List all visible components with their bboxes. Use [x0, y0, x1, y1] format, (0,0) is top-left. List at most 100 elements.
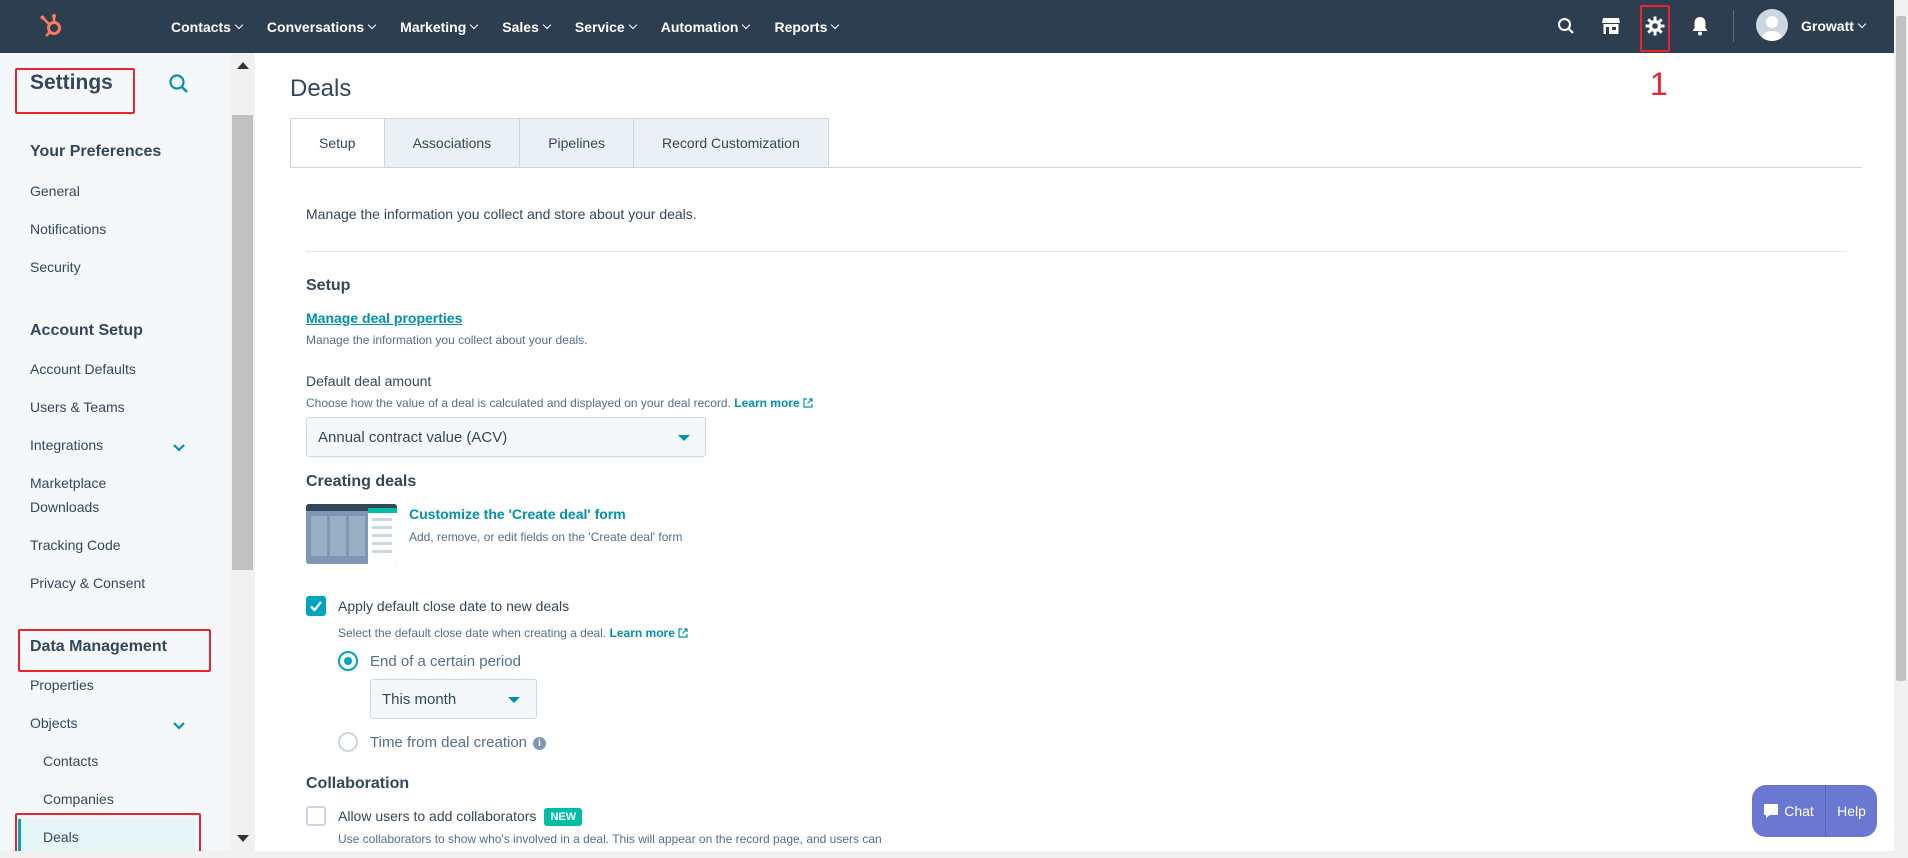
- horizontal-scrollbar[interactable]: [0, 851, 1894, 858]
- scroll-up-arrow-icon[interactable]: [237, 62, 249, 69]
- close-date-help-text: Select the default close date when creat…: [338, 626, 688, 640]
- sidebar-scrollbar-thumb[interactable]: [232, 115, 253, 570]
- manage-deal-properties-link[interactable]: Manage deal properties: [306, 310, 462, 326]
- search-icon[interactable]: [1553, 13, 1579, 39]
- learn-more-link[interactable]: Learn more: [610, 626, 675, 640]
- nav-marketing[interactable]: Marketing: [400, 18, 479, 35]
- marketplace-icon[interactable]: [1598, 13, 1624, 39]
- nav-reports[interactable]: Reports: [774, 18, 840, 35]
- nav-automation[interactable]: Automation: [660, 18, 751, 35]
- hubspot-logo-icon[interactable]: [38, 12, 66, 40]
- allow-collaborators-label: Allow users to add collaborators: [338, 808, 537, 824]
- time-from-creation-label: Time from deal creation: [370, 734, 528, 751]
- sidebar-item-marketplace-downloads[interactable]: Marketplace Downloads: [30, 471, 150, 519]
- chevron-down-icon[interactable]: [172, 440, 186, 452]
- section-heading-your-preferences: Your Preferences: [30, 143, 162, 160]
- settings-sidebar: Settings Your Preferences General Notifi…: [0, 53, 231, 858]
- tab-bar: Setup Associations Pipelines Record Cust…: [290, 118, 829, 168]
- nav-conversations[interactable]: Conversations: [266, 18, 377, 35]
- nav-service-label: Service: [574, 18, 625, 35]
- period-select[interactable]: This month: [370, 679, 537, 719]
- time-from-creation-wrapper: Time from deal creation i: [370, 734, 547, 751]
- chevron-down-icon: [367, 20, 377, 29]
- setup-heading: Setup: [306, 277, 351, 294]
- sidebar-item-general[interactable]: General: [30, 179, 80, 203]
- nav-marketing-label: Marketing: [400, 18, 467, 35]
- sidebar-item-integrations[interactable]: Integrations: [30, 433, 103, 457]
- chevron-down-icon[interactable]: [172, 718, 186, 730]
- customize-create-deal-link[interactable]: Customize the 'Create deal' form: [409, 506, 626, 522]
- create-deal-form-thumbnail[interactable]: [306, 504, 397, 564]
- nav-automation-label: Automation: [660, 18, 739, 35]
- chat-button[interactable]: Chat: [1752, 785, 1825, 837]
- info-icon[interactable]: i: [533, 737, 547, 750]
- sidebar-item-properties[interactable]: Properties: [30, 673, 94, 697]
- caret-down-icon: [508, 697, 520, 703]
- page-scrollbar-thumb[interactable]: [1896, 16, 1906, 681]
- new-badge: NEW: [544, 808, 583, 826]
- tab-associations[interactable]: Associations: [384, 118, 521, 168]
- nav-contacts[interactable]: Contacts: [171, 18, 244, 35]
- amount-help: Choose how the value of a deal is calcul…: [306, 396, 731, 410]
- scroll-down-arrow-icon[interactable]: [237, 835, 249, 842]
- chevron-down-icon: [470, 20, 479, 29]
- top-navigation-bar: Contacts Conversations Marketing Sales S…: [0, 0, 1908, 53]
- nav-contacts-label: Contacts: [171, 18, 231, 35]
- highlight-box: [18, 629, 211, 672]
- bell-icon[interactable]: [1687, 13, 1713, 39]
- divider: [306, 251, 1847, 252]
- sidebar-item-security[interactable]: Security: [30, 255, 81, 279]
- sidebar-item-users-teams[interactable]: Users & Teams: [30, 395, 125, 419]
- chevron-down-icon: [831, 20, 840, 29]
- sidebar-item-objects[interactable]: Objects: [30, 711, 77, 735]
- chat-bubble-icon: [1763, 803, 1779, 819]
- apply-close-date-checkbox[interactable]: [306, 596, 326, 616]
- allow-collaborators-checkbox[interactable]: [306, 806, 326, 826]
- avatar[interactable]: [1756, 9, 1788, 41]
- close-date-help: Select the default close date when creat…: [338, 626, 607, 640]
- main-nav: Contacts Conversations Marketing Sales S…: [171, 0, 863, 53]
- intro-text: Manage the information you collect and s…: [306, 206, 697, 222]
- end-of-period-radio[interactable]: [338, 651, 358, 671]
- chat-help-widget: Chat Help: [1752, 785, 1877, 837]
- chevron-down-icon: [542, 20, 552, 29]
- search-icon[interactable]: [168, 73, 190, 95]
- nav-sales[interactable]: Sales: [502, 19, 552, 35]
- sidebar-item-companies[interactable]: Companies: [43, 787, 114, 811]
- tab-record-customization[interactable]: Record Customization: [634, 118, 829, 168]
- learn-more-link[interactable]: Learn more: [734, 396, 799, 410]
- amount-help-text: Choose how the value of a deal is calcul…: [306, 396, 813, 410]
- collaboration-heading: Collaboration: [306, 775, 410, 792]
- help-button[interactable]: Help: [1825, 785, 1877, 837]
- sidebar-item-tracking-code[interactable]: Tracking Code: [30, 533, 121, 557]
- tab-pipelines[interactable]: Pipelines: [520, 118, 635, 168]
- nav-conversations-label: Conversations: [266, 18, 365, 35]
- create-deal-desc: Add, remove, or edit fields on the 'Crea…: [409, 530, 683, 544]
- annotation-number: 1: [1650, 66, 1668, 102]
- page-title: Deals: [290, 75, 352, 102]
- section-heading-account-setup: Account Setup: [30, 322, 143, 339]
- nav-service[interactable]: Service: [574, 18, 637, 35]
- nav-reports-label: Reports: [774, 18, 828, 35]
- sidebar-item-notifications[interactable]: Notifications: [30, 217, 106, 241]
- external-link-icon: [678, 627, 688, 638]
- external-link-icon: [803, 397, 813, 408]
- chevron-down-icon: [628, 20, 637, 29]
- end-of-period-label: End of a certain period: [370, 653, 521, 670]
- sidebar-item-contacts[interactable]: Contacts: [43, 749, 98, 773]
- highlight-box: [15, 813, 201, 856]
- highlight-box: [1640, 5, 1670, 52]
- user-name: Growatt: [1801, 18, 1854, 34]
- creating-deals-heading: Creating deals: [306, 473, 417, 490]
- divider: [290, 167, 1862, 168]
- deal-amount-value: Annual contract value (ACV): [318, 428, 508, 446]
- sidebar-item-privacy-consent[interactable]: Privacy & Consent: [30, 571, 145, 595]
- deal-amount-select[interactable]: Annual contract value (ACV): [306, 417, 706, 457]
- sidebar-item-account-defaults[interactable]: Account Defaults: [30, 357, 136, 381]
- collaborators-help-text: Use collaborators to show who's involved…: [338, 832, 882, 846]
- chevron-down-icon: [234, 20, 244, 29]
- user-menu[interactable]: Growatt: [1801, 18, 1867, 34]
- tab-setup[interactable]: Setup: [290, 118, 385, 168]
- caret-down-icon: [678, 435, 690, 441]
- time-from-creation-radio[interactable]: [338, 732, 358, 752]
